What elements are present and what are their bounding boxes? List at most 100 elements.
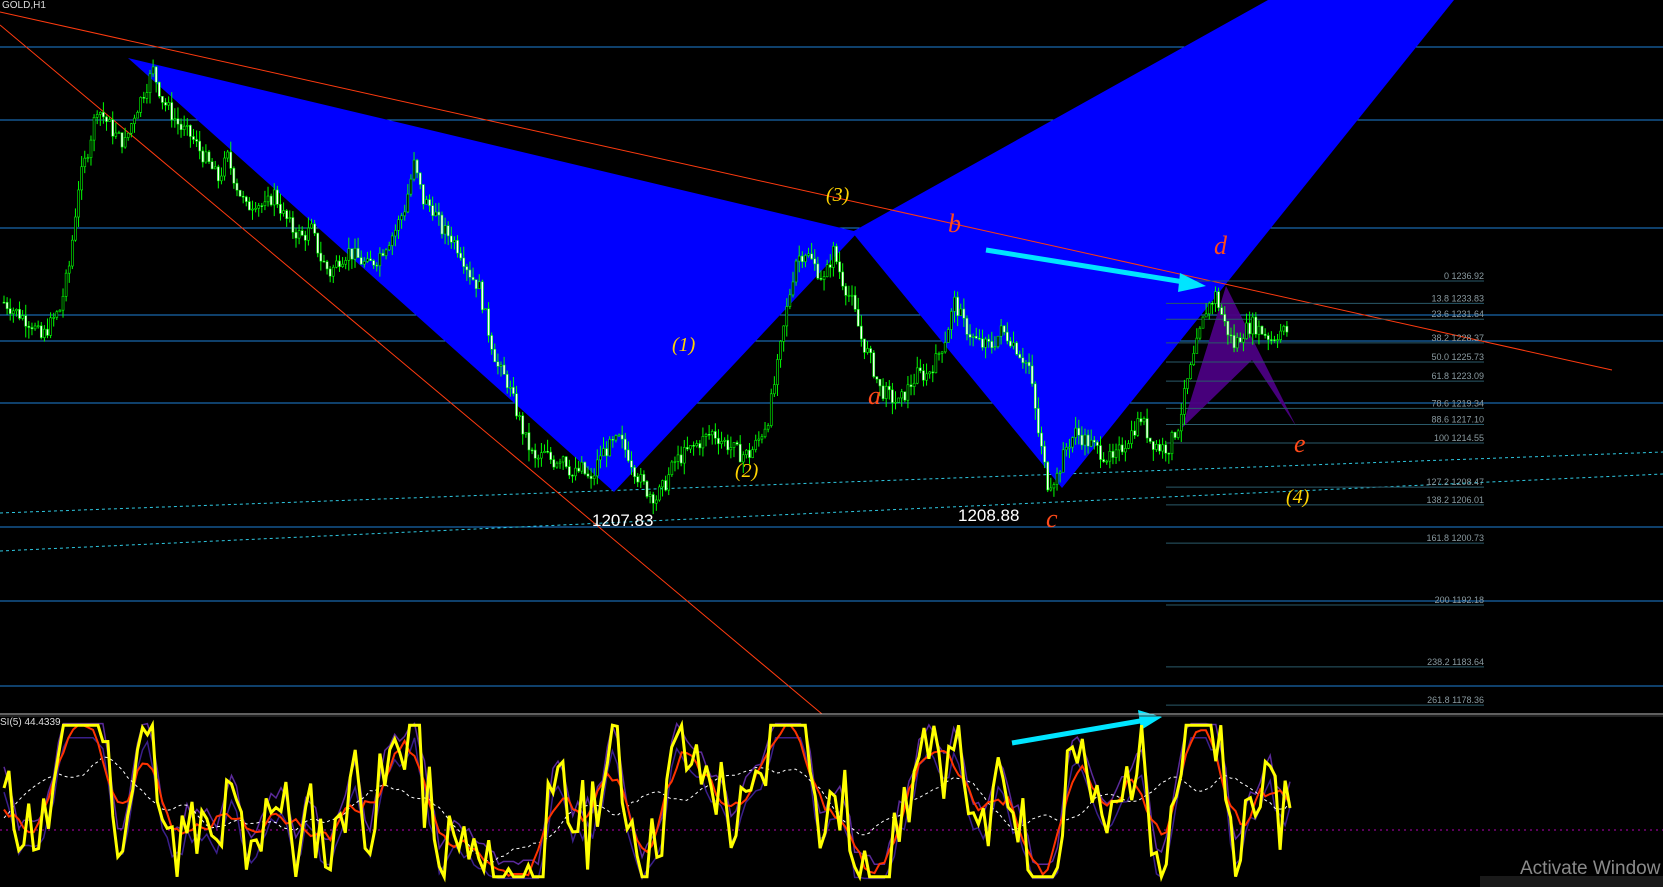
- candle-body: [828, 264, 832, 268]
- candle-body: [863, 338, 866, 353]
- candle-body: [235, 182, 239, 191]
- candle-body: [682, 447, 686, 464]
- candle-body: [853, 294, 857, 310]
- symbol-timeframe-label: GOLD,H1: [2, 0, 46, 11]
- candle-body: [49, 317, 52, 336]
- chart-canvas[interactable]: 0 1236.92 13.8 1233.83 23.6 1231.64 38.2 12…: [0, 0, 1663, 887]
- candle-body: [981, 338, 984, 348]
- candle-body: [931, 371, 935, 374]
- candle-body: [64, 272, 68, 297]
- candle-body: [1195, 337, 1199, 354]
- candle-body: [130, 123, 133, 134]
- candle-body: [117, 132, 121, 135]
- candle-body: [689, 445, 692, 450]
- candle-body: [347, 248, 351, 261]
- candle-body: [213, 166, 217, 170]
- candle-body: [1114, 449, 1118, 458]
- candle-body: [1018, 353, 1022, 359]
- candle-body: [540, 452, 543, 459]
- candle-body: [18, 308, 21, 319]
- candle-body: [856, 309, 860, 327]
- candle-body: [1242, 338, 1245, 343]
- candle-body: [1173, 431, 1177, 438]
- candle-body: [1099, 445, 1102, 460]
- candle-body: [459, 252, 462, 259]
- candle-body: [1148, 437, 1152, 442]
- candle-body: [387, 245, 391, 251]
- candle-body: [285, 210, 288, 220]
- candle-body: [763, 428, 767, 438]
- candle-body: [695, 443, 699, 447]
- candle-body: [723, 439, 726, 442]
- candle-body: [984, 338, 987, 348]
- candle-body: [583, 461, 587, 475]
- candle-body: [617, 434, 621, 437]
- candle-body: [1046, 461, 1050, 491]
- candle-body: [164, 102, 167, 106]
- candle-body: [543, 450, 546, 453]
- candle-body: [83, 157, 87, 168]
- candle-body: [288, 217, 292, 220]
- candle-body: [1282, 325, 1286, 332]
- rsi-main-line: [2, 719, 1292, 883]
- candle-body: [512, 387, 515, 394]
- candle-body: [1220, 307, 1223, 315]
- candle-body: [940, 351, 944, 354]
- candle-body: [207, 151, 211, 163]
- candle-body: [1238, 337, 1242, 343]
- wave-label-1: (1): [672, 334, 696, 356]
- candle-body: [260, 205, 264, 207]
- candle-body: [158, 81, 161, 97]
- chart-window[interactable]: 0 1236.92 13.8 1233.83 23.6 1231.64 38.2 12…: [0, 0, 1663, 887]
- candle-body: [1186, 378, 1189, 389]
- candle-body: [1226, 320, 1230, 336]
- candle-body: [297, 230, 301, 239]
- candle-body: [344, 260, 347, 265]
- candle-body: [717, 437, 720, 445]
- candle-body: [912, 382, 916, 387]
- candle-body: [1127, 443, 1130, 449]
- candle-body: [176, 118, 180, 125]
- candle-body: [1117, 444, 1121, 451]
- candle-body: [400, 215, 403, 221]
- low-price-label-1: 1207.83: [592, 511, 653, 530]
- fib-level-label: 127.2 1208.47: [1426, 477, 1484, 487]
- candle-body: [505, 374, 509, 389]
- wave-label-4: (4): [1286, 486, 1310, 508]
- candle-body: [179, 123, 183, 130]
- candle-body: [943, 342, 947, 353]
- candle-body: [431, 205, 434, 216]
- candle-body: [1030, 365, 1034, 385]
- candle-body: [561, 456, 565, 463]
- rsi-indicator-panel: [0, 719, 1663, 883]
- candle-body: [1021, 357, 1025, 363]
- candle-body: [43, 328, 46, 338]
- candle-body: [310, 223, 313, 229]
- candle-body: [999, 325, 1003, 337]
- candle-body: [446, 225, 450, 237]
- candle-body: [748, 449, 751, 458]
- candle-body: [453, 240, 456, 243]
- candle-body: [1111, 451, 1115, 458]
- candle-body: [813, 258, 817, 265]
- candle-body: [698, 443, 702, 449]
- candle-body: [1254, 316, 1258, 335]
- candle-body: [937, 353, 941, 355]
- candle-body: [807, 253, 810, 256]
- candle-body: [1285, 325, 1289, 333]
- candle-body: [341, 263, 344, 267]
- candle-body: [521, 415, 525, 435]
- candle-body: [319, 252, 323, 262]
- wave-label-b: b: [948, 209, 961, 238]
- candle-body: [707, 434, 711, 436]
- candle-body: [394, 230, 397, 237]
- candle-body: [1049, 487, 1053, 491]
- candle-body: [1232, 335, 1236, 349]
- candle-body: [58, 309, 62, 313]
- candle-body: [558, 461, 562, 464]
- candle-body: [1037, 408, 1040, 434]
- candle-body: [804, 255, 807, 263]
- candle-body: [509, 387, 512, 389]
- candle-body: [468, 269, 472, 278]
- candle-body: [608, 439, 612, 457]
